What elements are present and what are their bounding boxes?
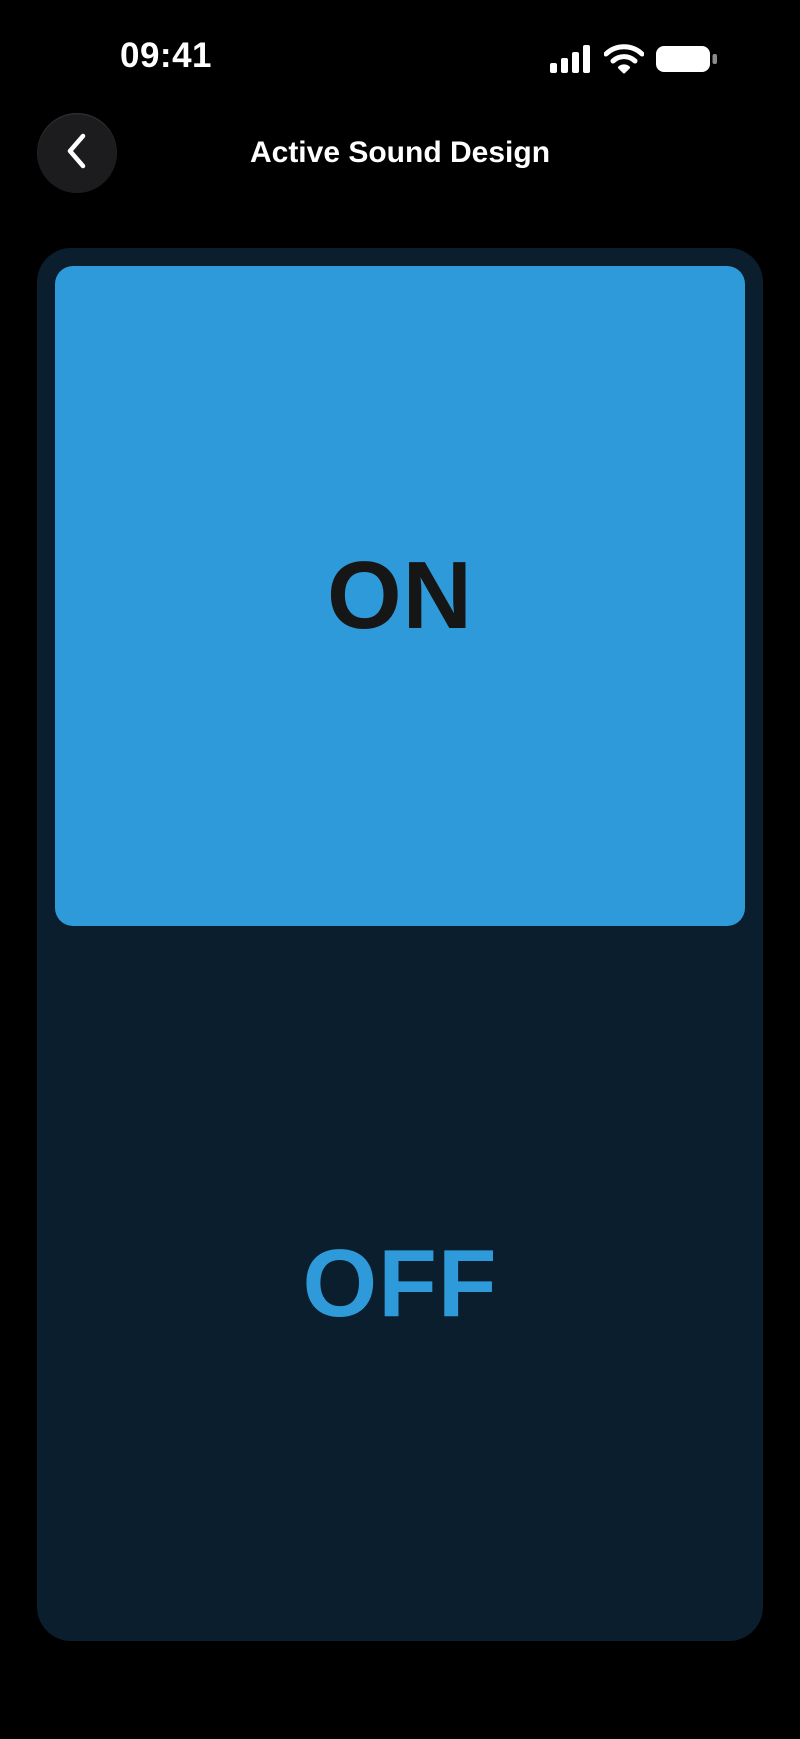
status-bar: 09:41 <box>0 0 800 110</box>
toggle-option-on[interactable]: ON <box>55 266 745 926</box>
sound-design-toggle: ON OFF <box>37 248 763 1641</box>
cellular-signal-icon <box>550 45 592 73</box>
page-title: Active Sound Design <box>249 136 551 169</box>
battery-icon <box>656 44 718 74</box>
toggle-option-on-label: ON <box>327 542 473 649</box>
nav-bar: Active Sound Design <box>0 110 800 198</box>
status-icons <box>550 44 718 74</box>
status-time: 09:41 <box>120 36 213 75</box>
wifi-icon <box>604 44 644 74</box>
toggle-option-off-label: OFF <box>302 1230 498 1337</box>
toggle-option-off[interactable]: OFF <box>55 944 745 1624</box>
